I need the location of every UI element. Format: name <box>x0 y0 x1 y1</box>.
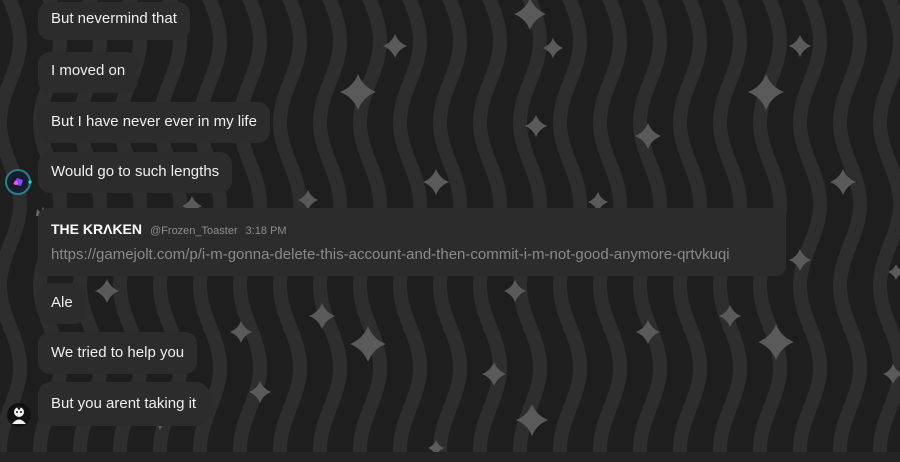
author-name[interactable]: THE KRΛKEN <box>51 220 142 238</box>
background-wave <box>832 0 868 462</box>
background-wave <box>0 0 28 462</box>
message-text: But you arent taking it <box>51 395 197 412</box>
message-bubble[interactable]: But nevermind that <box>38 2 190 40</box>
message-text: I moved on <box>51 62 126 79</box>
sparkle-icon <box>748 74 784 110</box>
background-wave <box>792 0 828 462</box>
sparkle-icon <box>423 169 449 195</box>
message-bubble[interactable]: But you arent taking it <box>38 382 210 426</box>
message-header: THE KRΛKEN @Frozen_Toaster 3:18 PM <box>51 220 773 240</box>
message-bubble[interactable]: I moved on <box>38 52 139 93</box>
sparkle-icon <box>789 35 811 57</box>
message-bubble[interactable]: Ale <box>38 283 86 324</box>
message-text: But I have never ever in my life <box>51 113 257 130</box>
message-text: But nevermind that <box>51 10 177 27</box>
message-text: Ale <box>51 294 73 311</box>
message-bubble-with-link[interactable]: THE KRΛKEN @Frozen_Toaster 3:18 PM https… <box>38 208 786 276</box>
user-avatar[interactable] <box>4 168 32 196</box>
author-handle[interactable]: @Frozen_Toaster <box>150 222 238 240</box>
message-text: We tried to help you <box>51 344 185 361</box>
message-text: Would go to such lengths <box>51 163 220 180</box>
background-wave <box>872 0 900 462</box>
message-timestamp: 3:18 PM <box>245 225 287 237</box>
message-link[interactable]: https://gamejolt.com/p/i-m-gonna-delete-… <box>51 246 773 264</box>
message-bubble[interactable]: We tried to help you <box>38 332 198 374</box>
round-avatar-icon <box>5 169 32 195</box>
user-avatar[interactable] <box>6 402 32 428</box>
composer-edge <box>0 452 900 462</box>
chat-view: But nevermind that I moved on But I have… <box>0 0 900 462</box>
character-avatar-icon <box>7 403 31 427</box>
sparkle-icon <box>525 115 547 137</box>
message-bubble[interactable]: Would go to such lengths <box>38 152 233 193</box>
sparkle-icon <box>758 324 794 360</box>
message-bubble[interactable]: But I have never ever in my life <box>38 102 270 143</box>
